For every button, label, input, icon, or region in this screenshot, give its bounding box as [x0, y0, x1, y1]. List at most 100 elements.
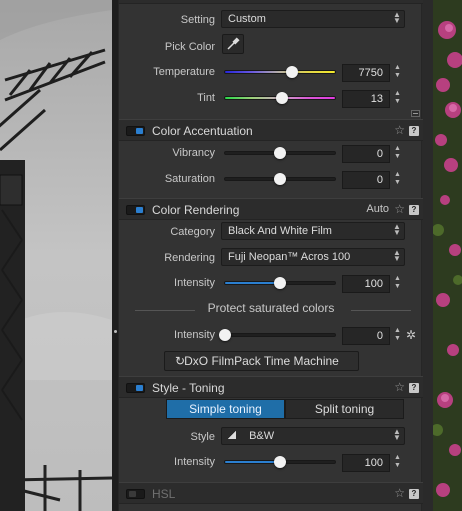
help-icon[interactable]: ?	[409, 126, 419, 136]
hsl-header[interactable]: HSL ☆ ?	[119, 482, 423, 504]
help-icon[interactable]: ?	[409, 205, 419, 215]
protect-intensity-slider[interactable]	[219, 329, 336, 341]
star-icon[interactable]: ☆	[394, 486, 405, 500]
wb-setting-label: Setting	[180, 14, 215, 26]
star-icon[interactable]: ☆	[394, 123, 405, 137]
panel-scrollbar[interactable]	[422, 0, 433, 511]
protect-intensity-input[interactable]: 0	[342, 327, 390, 345]
tab-simple-toning[interactable]: Simple toning	[166, 399, 285, 419]
wb-tint-input[interactable]: 13	[342, 90, 390, 108]
protect-intensity-stepper[interactable]: ▲ ▼	[392, 327, 403, 345]
wb-tint-label: Tint	[197, 92, 215, 104]
vibrancy-slider[interactable]	[224, 147, 336, 159]
correction-palette: Setting Custom ▲ ▼ Pick Color Temperature…	[118, 0, 423, 511]
wb-temperature-row: Temperature 7750 ▲ ▼	[119, 60, 423, 86]
slider-knob[interactable]	[274, 147, 286, 159]
protect-intensity-row: Intensity 0 ▲ ▼ ✲	[119, 323, 423, 349]
wb-pick-color-row: Pick Color	[119, 33, 423, 59]
wb-temperature-input[interactable]: 7750	[342, 64, 390, 82]
toning-intensity-slider[interactable]	[224, 456, 336, 468]
flower-photo	[433, 0, 462, 511]
toning-mode-tabs: Simple toning Split toning	[166, 399, 404, 419]
rendering-select[interactable]: Fuji Neopan™ Acros 100 ▲ ▼	[221, 248, 405, 266]
photo-preview-right	[433, 0, 462, 511]
saturation-slider[interactable]	[224, 173, 336, 185]
time-machine-label: DxO FilmPack Time Machine	[184, 354, 339, 368]
wb-pick-color-label: Pick Color	[164, 41, 215, 53]
slider-knob[interactable]	[286, 66, 299, 78]
saturation-input[interactable]: 0	[342, 171, 390, 189]
vibrancy-row: Vibrancy 0 ▲ ▼	[119, 141, 423, 167]
slider-knob[interactable]	[219, 329, 231, 341]
help-icon[interactable]: ?	[409, 383, 419, 393]
color-rendering-title: Color Rendering	[152, 203, 240, 217]
slider-fill	[225, 282, 280, 284]
protect-intensity-label: Intensity	[174, 329, 215, 341]
panel-resize-handle[interactable]	[114, 330, 117, 333]
category-row: Category Black And White Film ▲ ▼	[119, 220, 423, 246]
toning-intensity-stepper[interactable]: ▲ ▼	[392, 454, 403, 472]
rendering-intensity-input[interactable]: 100	[342, 275, 390, 293]
color-rendering-header[interactable]: Color Rendering Auto ☆ ?	[119, 198, 423, 220]
select-arrows-icon: ▲ ▼	[393, 222, 401, 237]
hsl-title: HSL	[152, 487, 176, 501]
collapse-section-icon[interactable]	[411, 110, 420, 117]
slider-knob[interactable]	[276, 92, 289, 104]
color-accentuation-header[interactable]: Color Accentuation ☆ ?	[119, 119, 423, 141]
eyedropper-icon	[227, 37, 240, 50]
white-balance-header[interactable]	[119, 0, 423, 4]
wb-setting-value: Custom	[228, 13, 266, 25]
toning-style-row: Style B&W ▲ ▼	[119, 425, 423, 451]
tab-split-toning[interactable]: Split toning	[285, 399, 404, 419]
toning-intensity-label: Intensity	[174, 456, 215, 468]
wb-tint-slider[interactable]	[224, 92, 336, 104]
style-toning-toggle[interactable]	[126, 383, 145, 393]
select-arrows-icon: ▲ ▼	[393, 427, 401, 442]
time-machine-button[interactable]: ↻ DxO FilmPack Time Machine	[164, 351, 359, 371]
saturation-label: Saturation	[164, 173, 215, 185]
rendering-intensity-row: Intensity 100 ▲ ▼	[119, 271, 423, 297]
color-accentuation-toggle[interactable]	[126, 126, 145, 136]
saturation-row: Saturation 0 ▲ ▼	[119, 167, 423, 193]
eyedropper-button[interactable]	[222, 34, 244, 54]
photo-preview-left	[0, 0, 112, 511]
wb-temperature-label: Temperature	[153, 66, 215, 78]
magic-wand-icon[interactable]: ✲	[406, 328, 416, 342]
wb-tint-stepper[interactable]: ▲ ▼	[392, 90, 403, 108]
toning-intensity-row: Intensity 100 ▲ ▼	[119, 450, 423, 476]
slider-knob[interactable]	[274, 277, 286, 289]
divider-line	[351, 310, 411, 311]
rendering-intensity-slider[interactable]	[224, 277, 336, 289]
style-toning-header[interactable]: Style - Toning ☆ ?	[119, 376, 423, 398]
category-select[interactable]: Black And White Film ▲ ▼	[221, 222, 405, 240]
rendering-intensity-stepper[interactable]: ▲ ▼	[392, 275, 403, 293]
wb-temperature-slider[interactable]	[224, 66, 336, 78]
wb-setting-select[interactable]: Custom ▲ ▼	[221, 10, 405, 28]
toning-style-label: Style	[190, 431, 215, 443]
saturation-stepper[interactable]: ▲ ▼	[392, 171, 403, 189]
vibrancy-stepper[interactable]: ▲ ▼	[392, 145, 403, 163]
vibrancy-input[interactable]: 0	[342, 145, 390, 163]
toning-intensity-input[interactable]: 100	[342, 454, 390, 472]
wb-temperature-stepper[interactable]: ▲ ▼	[392, 64, 403, 82]
wb-setting-row: Setting Custom ▲ ▼	[119, 8, 423, 34]
slider-knob[interactable]	[274, 173, 286, 185]
help-icon[interactable]: ?	[409, 489, 419, 499]
rendering-intensity-label: Intensity	[174, 277, 215, 289]
toning-style-value: B&W	[249, 430, 275, 442]
star-icon[interactable]: ☆	[394, 202, 405, 216]
rendering-value: Fuji Neopan™ Acros 100	[228, 251, 351, 263]
select-arrows-icon: ▲ ▼	[393, 10, 401, 25]
category-label: Category	[170, 226, 215, 238]
slider-knob[interactable]	[274, 456, 286, 468]
color-rendering-mode: Auto	[366, 203, 389, 215]
star-icon[interactable]: ☆	[394, 380, 405, 394]
category-value: Black And White Film	[228, 225, 332, 237]
time-machine-icon: ↻	[175, 354, 186, 368]
color-rendering-toggle[interactable]	[126, 205, 145, 215]
rendering-row: Rendering Fuji Neopan™ Acros 100 ▲ ▼	[119, 246, 423, 272]
hsl-toggle[interactable]	[126, 489, 145, 499]
rendering-label: Rendering	[164, 252, 215, 264]
divider-line	[135, 310, 195, 311]
toning-style-select[interactable]: B&W ▲ ▼	[221, 427, 405, 445]
